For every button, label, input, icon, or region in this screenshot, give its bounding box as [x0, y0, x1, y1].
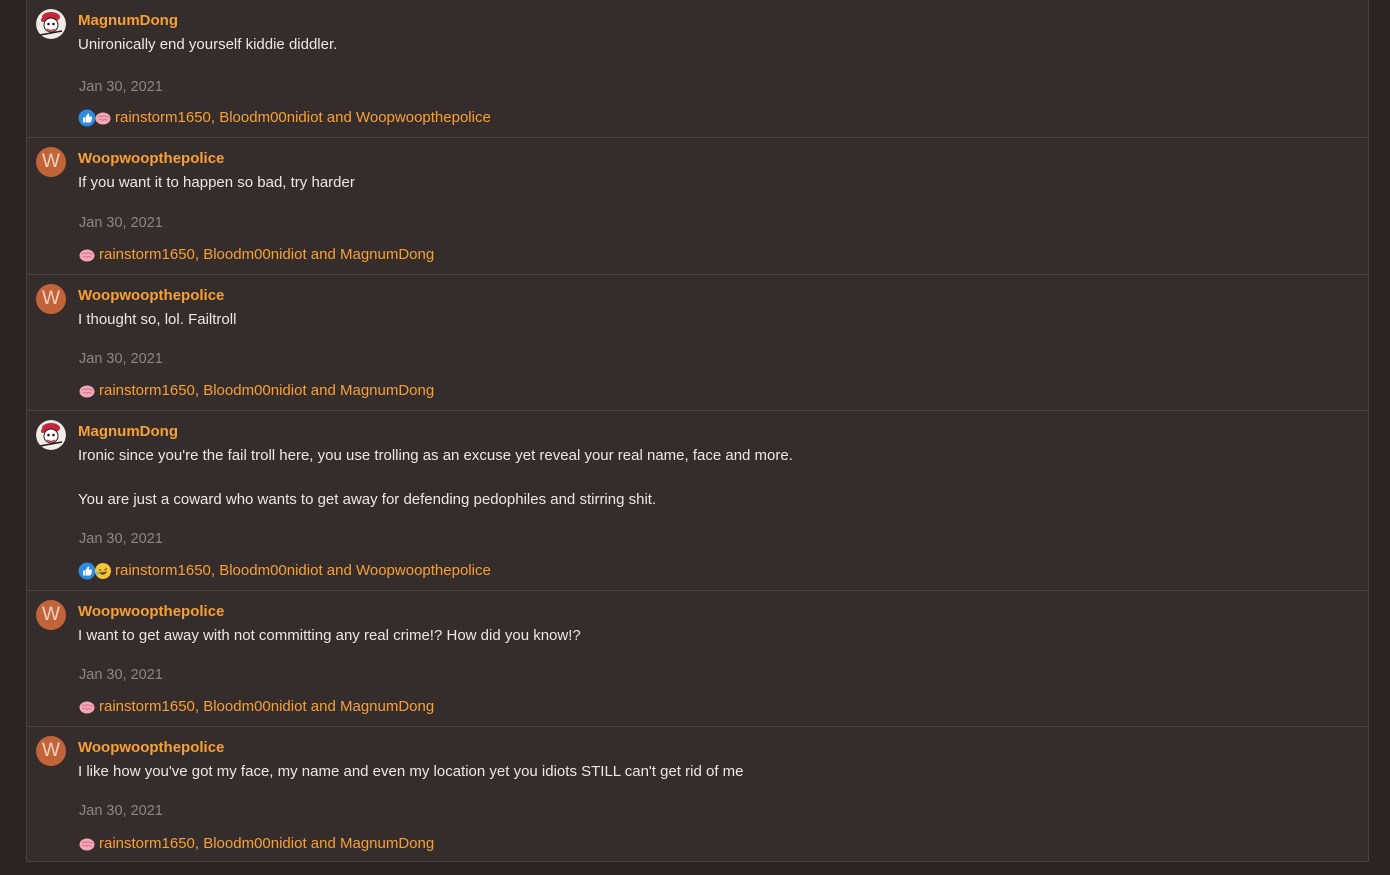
comment: W Woopwoopthepolice I thought so, lol. F… [27, 275, 1368, 411]
comment-body: If you want it to happen so bad, try har… [78, 172, 355, 194]
comment-body: I thought so, lol. Failtroll [78, 309, 236, 331]
comment-list: MagnumDong Unironically end yourself kid… [26, 0, 1369, 862]
avatar-letter: W [42, 604, 60, 625]
comment: W Woopwoopthepolice I like how you've go… [27, 727, 1368, 862]
comment: W Woopwoopthepolice I want to get away w… [27, 591, 1368, 727]
comment-username[interactable]: Woopwoopthepolice [78, 603, 224, 621]
comment-body: Ironic since you're the fail troll here,… [78, 445, 793, 511]
avatar[interactable]: W [36, 600, 66, 630]
reactions-names[interactable]: rainstorm1650, Bloodm00nidiot and Magnum… [99, 697, 434, 717]
comment-text: I thought so, lol. Failtroll [78, 311, 237, 328]
comment: W Woopwoopthepolice If you want it to ha… [27, 138, 1368, 275]
brain-icon [78, 835, 96, 853]
comment-text: If you want it to happen so bad, try har… [78, 174, 355, 191]
comment-text: Unironically end yourself kiddie diddler… [78, 36, 338, 53]
brain-icon [94, 109, 112, 127]
comment-username[interactable]: Woopwoopthepolice [78, 150, 224, 168]
reactions-bar[interactable]: rainstorm1650, Bloodm00nidiot and Woopwo… [78, 561, 491, 581]
comment: MagnumDong Unironically end yourself kid… [27, 0, 1368, 138]
reaction-icons [78, 562, 112, 580]
comment-body: Unironically end yourself kiddie diddler… [78, 34, 337, 56]
comment-body: I want to get away with not committing a… [78, 625, 581, 647]
magnumdong-avatar-image [36, 420, 66, 450]
comment-username[interactable]: Woopwoopthepolice [78, 739, 224, 757]
laugh-icon [94, 562, 112, 580]
reaction-icons [78, 246, 96, 264]
reactions-bar[interactable]: rainstorm1650, Bloodm00nidiot and Magnum… [78, 381, 434, 401]
reaction-icons [78, 382, 96, 400]
comment-date[interactable]: Jan 30, 2021 [79, 802, 163, 820]
comment-date[interactable]: Jan 30, 2021 [79, 666, 163, 684]
comment-username[interactable]: MagnumDong [78, 423, 178, 441]
reactions-names[interactable]: rainstorm1650, Bloodm00nidiot and Woopwo… [115, 561, 491, 581]
reactions-names[interactable]: rainstorm1650, Bloodm00nidiot and Magnum… [99, 381, 434, 401]
comment-date[interactable]: Jan 30, 2021 [79, 530, 163, 548]
avatar[interactable]: W [36, 147, 66, 177]
comment-username[interactable]: MagnumDong [78, 12, 178, 30]
reaction-icons [78, 109, 112, 127]
comment-username[interactable]: Woopwoopthepolice [78, 287, 224, 305]
comment-text: I want to get away with not committing a… [78, 627, 581, 644]
reaction-icons [78, 835, 96, 853]
avatar[interactable]: W [36, 284, 66, 314]
comment-thread-page: MagnumDong Unironically end yourself kid… [0, 0, 1390, 875]
avatar[interactable] [36, 420, 66, 450]
comment-text: Ironic since you're the fail troll here,… [78, 447, 793, 464]
comment-date[interactable]: Jan 30, 2021 [79, 350, 163, 368]
avatar-letter: W [42, 151, 60, 172]
comment: MagnumDong Ironic since you're the fail … [27, 411, 1368, 591]
magnumdong-avatar-image [36, 9, 66, 39]
comment-text: I like how you've got my face, my name a… [78, 763, 744, 780]
comment-date[interactable]: Jan 30, 2021 [79, 214, 163, 232]
avatar[interactable] [36, 9, 66, 39]
reactions-bar[interactable]: rainstorm1650, Bloodm00nidiot and Woopwo… [78, 108, 491, 128]
reactions-bar[interactable]: rainstorm1650, Bloodm00nidiot and Magnum… [78, 697, 434, 717]
reaction-icons [78, 698, 96, 716]
avatar-letter: W [42, 740, 60, 761]
brain-icon [78, 246, 96, 264]
comment-text: You are just a coward who wants to get a… [78, 491, 657, 508]
reactions-bar[interactable]: rainstorm1650, Bloodm00nidiot and Magnum… [78, 834, 434, 854]
comment-date[interactable]: Jan 30, 2021 [79, 78, 163, 96]
brain-icon [78, 382, 96, 400]
avatar-letter: W [42, 288, 60, 309]
comment-body: I like how you've got my face, my name a… [78, 761, 744, 783]
avatar[interactable]: W [36, 736, 66, 766]
reactions-names[interactable]: rainstorm1650, Bloodm00nidiot and Magnum… [99, 834, 434, 854]
brain-icon [78, 698, 96, 716]
page-scrollbar[interactable] [1382, 0, 1390, 875]
reactions-names[interactable]: rainstorm1650, Bloodm00nidiot and Woopwo… [115, 108, 491, 128]
reactions-names[interactable]: rainstorm1650, Bloodm00nidiot and Magnum… [99, 245, 434, 265]
reactions-bar[interactable]: rainstorm1650, Bloodm00nidiot and Magnum… [78, 245, 434, 265]
